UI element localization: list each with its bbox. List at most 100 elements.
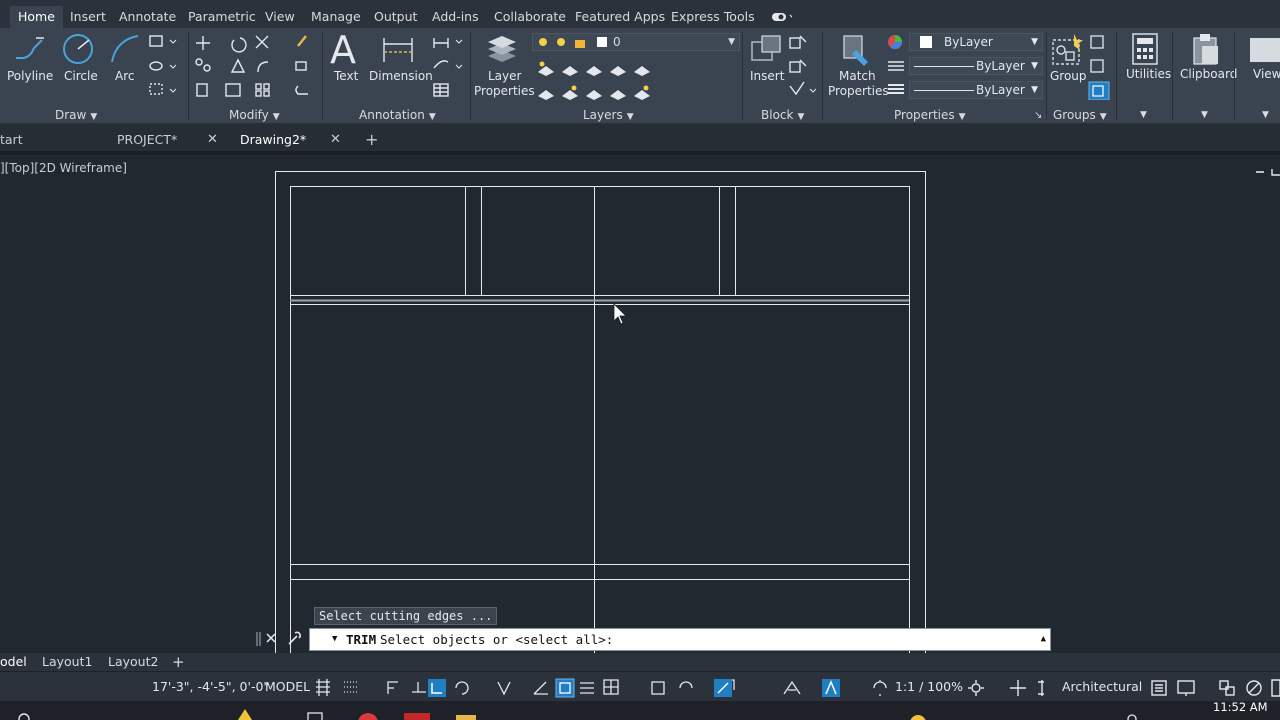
upper-partition-lines[interactable] [465,186,736,653]
command-line[interactable]: ▼ TRIM Select objects or <select all>: ▲ [309,628,1051,651]
tab-featured-apps[interactable]: Featured Apps [575,6,665,28]
clipboard-icon[interactable] [1190,32,1220,66]
layers-panel-label[interactable]: Layers ▼ [583,108,634,122]
linetype-dropdown[interactable]: ByLayer ▼ [909,57,1043,75]
annotation-panel-label[interactable]: Annotation ▼ [359,108,436,122]
system-clock[interactable]: 11:52 AM [1213,700,1268,714]
view-icon[interactable] [1240,32,1280,66]
arc-icon[interactable] [108,32,142,66]
tab-insert[interactable]: Insert [70,6,106,28]
ribbon-toggle-icon[interactable] [772,12,792,22]
lower-shelf-lines[interactable] [290,564,909,580]
lineweight-sample [914,90,974,91]
group-tools-icon[interactable] [1088,34,1110,100]
group-icon[interactable] [1050,32,1084,68]
clipboard-label[interactable]: Clipboard [1180,67,1237,81]
view-label[interactable]: View [1253,67,1280,81]
groups-panel-label[interactable]: Groups ▼ [1053,108,1107,122]
doc-tab-drawing2[interactable]: Drawing2* [240,124,306,155]
tab-home[interactable]: Home [10,6,63,28]
coordinates-readout[interactable]: 17'-3", -4'-5", 0'-0" [152,672,269,702]
taskbar-icons[interactable] [0,701,1280,720]
command-name: TRIM [346,632,377,647]
insert-label[interactable]: Insert [750,69,784,83]
block-tools-icon[interactable] [788,34,818,98]
annotation-scale[interactable]: 1:1 / 100% [895,672,963,702]
draw-small-tools-icon[interactable] [148,34,182,98]
new-tab-plus-icon[interactable]: + [365,124,378,155]
chevron-up-icon[interactable]: ▲ [1041,629,1046,650]
utilities-label[interactable]: Utilities [1126,67,1171,81]
draw-panel-label[interactable]: Draw ▼ [55,108,97,122]
layout-tab-model[interactable]: odel [0,653,27,671]
add-layout-plus-icon[interactable]: + [172,653,185,671]
status-tool-icons[interactable] [966,678,1046,698]
drawing-viewport[interactable]: ][Top][2D Wireframe] [0,159,1280,653]
polyline-label[interactable]: Polyline [7,69,53,83]
panel-separator [1116,32,1117,120]
units-selector[interactable]: Architectural [1062,672,1142,702]
chevron-down-icon[interactable]: ▼ [1201,110,1208,120]
close-icon[interactable]: ✕ [207,124,218,155]
block-panel-label[interactable]: Block ▼ [761,108,804,122]
circle-label[interactable]: Circle [64,69,98,83]
annotation-small-tools-icon[interactable] [432,34,464,98]
match-properties-label-1[interactable]: Match [839,69,876,83]
drawing-canvas[interactable] [0,159,1280,653]
tab-view[interactable]: View [265,6,295,28]
panel-separator [742,32,743,120]
tab-add-ins[interactable]: Add-ins [432,6,479,28]
calculator-icon[interactable] [1130,32,1160,66]
ribbon: Polyline Circle Arc Draw ▼ Modify ▼ A Te… [0,28,1280,124]
property-row-icons [888,35,904,94]
tab-parametric[interactable]: Parametric [188,6,256,28]
match-properties-label-2[interactable]: Properties [828,84,889,98]
match-properties-icon[interactable] [838,32,874,68]
doc-tab-start[interactable]: tart [0,124,23,155]
tab-annotate[interactable]: Annotate [119,6,176,28]
doc-tab-project[interactable]: PROJECT* [117,124,177,155]
chevron-down-icon[interactable]: ▼ [1262,110,1269,120]
polyline-icon[interactable] [12,32,46,66]
chevron-down-icon[interactable]: ▼ [1140,110,1147,120]
layer-properties-label-2[interactable]: Properties [474,84,535,98]
lineweight-dropdown[interactable]: ByLayer ▼ [909,81,1043,99]
outer-frame[interactable] [275,171,926,654]
command-history-chevron-icon[interactable]: ▼ [332,629,337,650]
tab-express-tools[interactable]: Express Tools [671,6,755,28]
layer-dropdown[interactable]: 0 ▼ [532,33,740,51]
panel-separator [1234,32,1235,120]
dialog-launcher-icon[interactable]: ↘ [1034,110,1042,121]
tab-collaborate[interactable]: Collaborate [494,6,566,28]
menu-tabs: Home Insert Annotate Parametric View Man… [0,6,1280,28]
tab-output[interactable]: Output [374,6,417,28]
color-dropdown[interactable]: ByLayer ▼ [909,33,1043,51]
command-prompt: Select objects or <select all>: [380,632,614,647]
close-icon[interactable]: ✕ [330,124,341,155]
status-toggle-icons[interactable] [314,678,894,698]
text-icon[interactable]: A [330,28,356,72]
status-extra-icons[interactable] [1150,678,1280,698]
layout-tab-layout1[interactable]: Layout1 [42,653,92,671]
model-space-button[interactable]: MODEL [265,672,310,702]
circle-icon[interactable] [61,32,95,66]
text-label[interactable]: Text [334,69,358,83]
dimension-label[interactable]: Dimension [369,69,433,83]
layout-tab-layout2[interactable]: Layout2 [108,653,158,671]
inner-frame[interactable] [290,186,910,654]
insert-block-icon[interactable] [748,32,784,68]
panel-separator [470,32,471,120]
group-label[interactable]: Group [1050,69,1087,83]
modify-tools-icon[interactable] [194,34,314,100]
panel-separator [822,32,823,120]
layer-properties-icon[interactable] [484,32,520,66]
modify-panel-label[interactable]: Modify ▼ [229,108,280,122]
command-tooltip: Select cutting edges ... [314,607,498,625]
arc-label[interactable]: Arc [115,69,134,83]
layer-tools-icon[interactable] [534,58,654,102]
command-line-controls[interactable] [255,630,305,648]
tab-manage[interactable]: Manage [311,6,361,28]
layer-properties-label-1[interactable]: Layer [488,69,521,83]
dimension-icon[interactable] [380,34,416,66]
properties-panel-label[interactable]: Properties ▼ [894,108,966,122]
